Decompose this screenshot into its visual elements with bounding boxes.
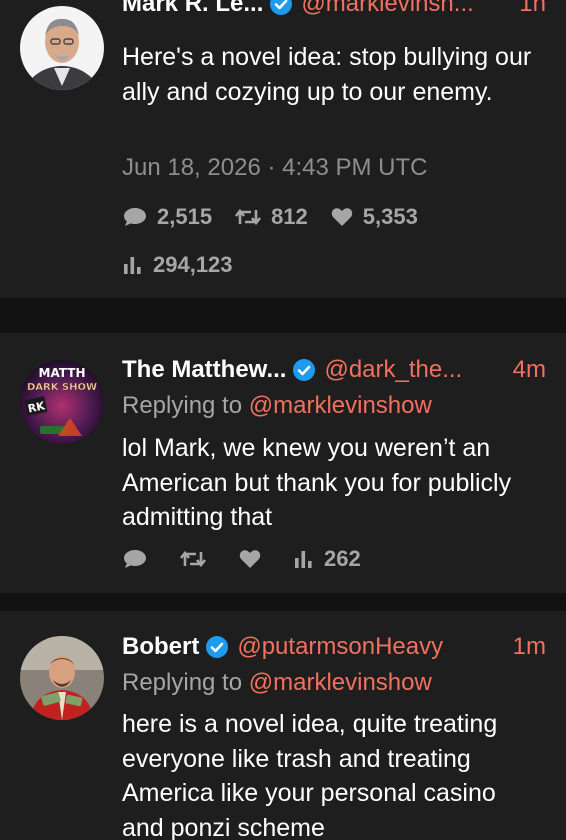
matthew-avatar[interactable]: MATTH DARK SHOW RK [20, 360, 104, 444]
avatar-photo [20, 636, 104, 720]
replying-to-label: Replying to [122, 669, 243, 696]
comment-icon [124, 550, 146, 568]
views-stat[interactable]: 262 [293, 546, 361, 572]
reply-count: 2,515 [157, 204, 213, 229]
retweet-icon [235, 208, 262, 226]
reply-stat[interactable]: 2,515 [122, 204, 212, 230]
avatar-photo [20, 6, 104, 90]
reply-1-stats: 262 [122, 544, 383, 574]
reply-1-text: lol Mark, we knew you weren’t an America… [122, 434, 512, 531]
reply-2-text: here is a novel idea, quite treating eve… [122, 710, 498, 840]
views-stat[interactable]: 294,123 [122, 252, 233, 278]
avatar-text-top: MATTH [39, 366, 86, 380]
reply-1-author-name[interactable]: The Matthew... [122, 356, 286, 384]
retweet-icon [179, 550, 207, 568]
reply-2-replying-to: Replying to @marklevinshow [122, 669, 432, 697]
replying-to-label: Replying to [122, 392, 243, 419]
author-handle[interactable]: @marklevinsh... [301, 0, 473, 18]
timeline-feed: Mark R. Le... @marklevinsh... 1h Here's … [0, 0, 566, 840]
reply-1-time[interactable]: 4m [513, 356, 546, 384]
reply-1-views-count: 262 [324, 546, 361, 571]
verified-badge-icon [270, 0, 293, 15]
views-icon [124, 257, 141, 274]
verified-badge-icon [293, 359, 316, 381]
author-name[interactable]: Mark R. Le... [122, 0, 263, 18]
reply-2-time[interactable]: 1m [513, 633, 546, 661]
tweet-date[interactable]: Jun 18, 2026 · 4:43 PM UTC [122, 154, 427, 182]
verified-badge-icon [206, 636, 229, 658]
tweet-time[interactable]: 1h [519, 0, 546, 18]
replying-to-handle[interactable]: @marklevinshow [249, 392, 432, 419]
replying-to-handle[interactable]: @marklevinshow [249, 669, 432, 696]
heart-icon [331, 208, 353, 226]
retweet-count: 812 [271, 204, 308, 229]
reply-2-author-name[interactable]: Bobert [122, 633, 199, 661]
reply-2-author-handle[interactable]: @putarmsonHeavy [237, 633, 443, 661]
retweet-stat[interactable] [179, 548, 216, 570]
reply-1-header: The Matthew... @dark_the... 4m [122, 354, 546, 386]
bobert-avatar[interactable] [20, 636, 104, 720]
avatar-text-mid: DARK SHOW [27, 382, 97, 393]
avatar-logo: MATTH DARK SHOW RK [20, 360, 104, 444]
like-stat[interactable]: 5,353 [330, 204, 418, 230]
reply-stat[interactable] [122, 547, 157, 571]
tweet-views: 294,123 [122, 250, 255, 280]
views-icon [295, 551, 312, 568]
heart-icon [239, 550, 261, 568]
reply-2-header: Bobert @putarmsonHeavy 1m [122, 631, 546, 663]
reply-1-author-handle[interactable]: @dark_the... [324, 356, 462, 384]
comment-icon [124, 208, 146, 226]
tweet-text: Here's a novel idea: stop bullying our a… [122, 43, 532, 106]
main-tweet-header: Mark R. Le... @marklevinsh... 1h [122, 0, 546, 20]
retweet-stat[interactable]: 812 [234, 204, 308, 230]
tweet-stats: 2,515 812 5,353 [122, 202, 440, 232]
reply-1-replying-to: Replying to @marklevinshow [122, 392, 432, 420]
mark-levin-avatar[interactable] [20, 6, 104, 90]
like-stat[interactable] [238, 548, 271, 570]
views-count: 294,123 [153, 252, 233, 277]
like-count: 5,353 [362, 204, 418, 229]
